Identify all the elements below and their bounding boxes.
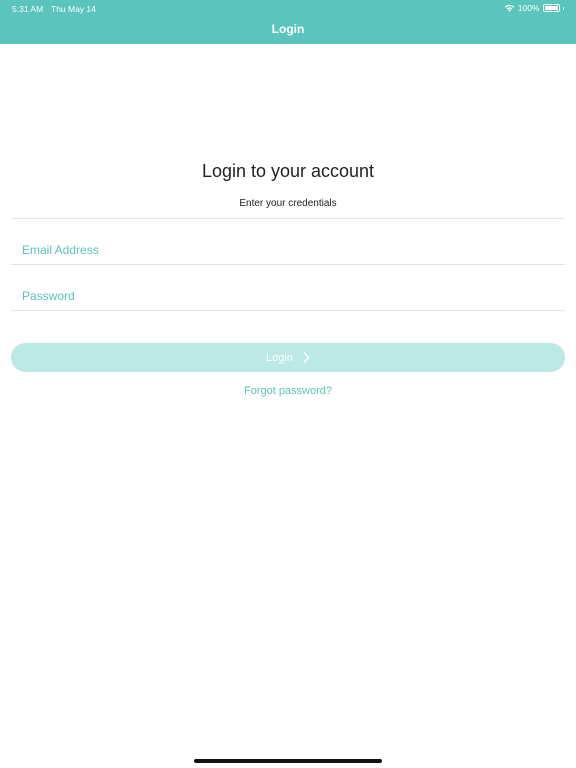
navigation-title: Login	[271, 22, 305, 36]
password-field[interactable]	[22, 281, 565, 311]
battery-cap	[562, 6, 564, 10]
battery-fill	[544, 6, 558, 10]
navigation-header: 5:31 AM Thu May 14 100% Login	[0, 0, 576, 44]
status-indicators: 100%	[504, 3, 564, 13]
home-indicator	[194, 759, 382, 763]
status-date: Thu May 14	[51, 4, 96, 14]
page-title: Login to your account	[201, 161, 375, 181]
chevron-right-icon	[303, 352, 310, 363]
battery-percent: 100%	[517, 3, 540, 13]
email-divider	[11, 264, 565, 265]
wifi-icon	[504, 4, 515, 12]
email-field[interactable]	[22, 235, 565, 265]
password-divider	[11, 310, 565, 311]
header-divider	[11, 218, 565, 219]
battery-icon	[542, 4, 560, 12]
login-button-label: Login	[266, 351, 293, 364]
forgot-password-link[interactable]: Forgot password?	[0, 385, 576, 397]
login-button[interactable]: Login	[11, 343, 565, 372]
status-bar: 5:31 AM Thu May 14 100%	[0, 0, 576, 16]
page-subtitle: Enter your credentials	[239, 198, 337, 209]
login-screen: 5:31 AM Thu May 14 100% Login Login to y	[0, 0, 576, 768]
status-time: 5:31 AM	[12, 4, 44, 14]
